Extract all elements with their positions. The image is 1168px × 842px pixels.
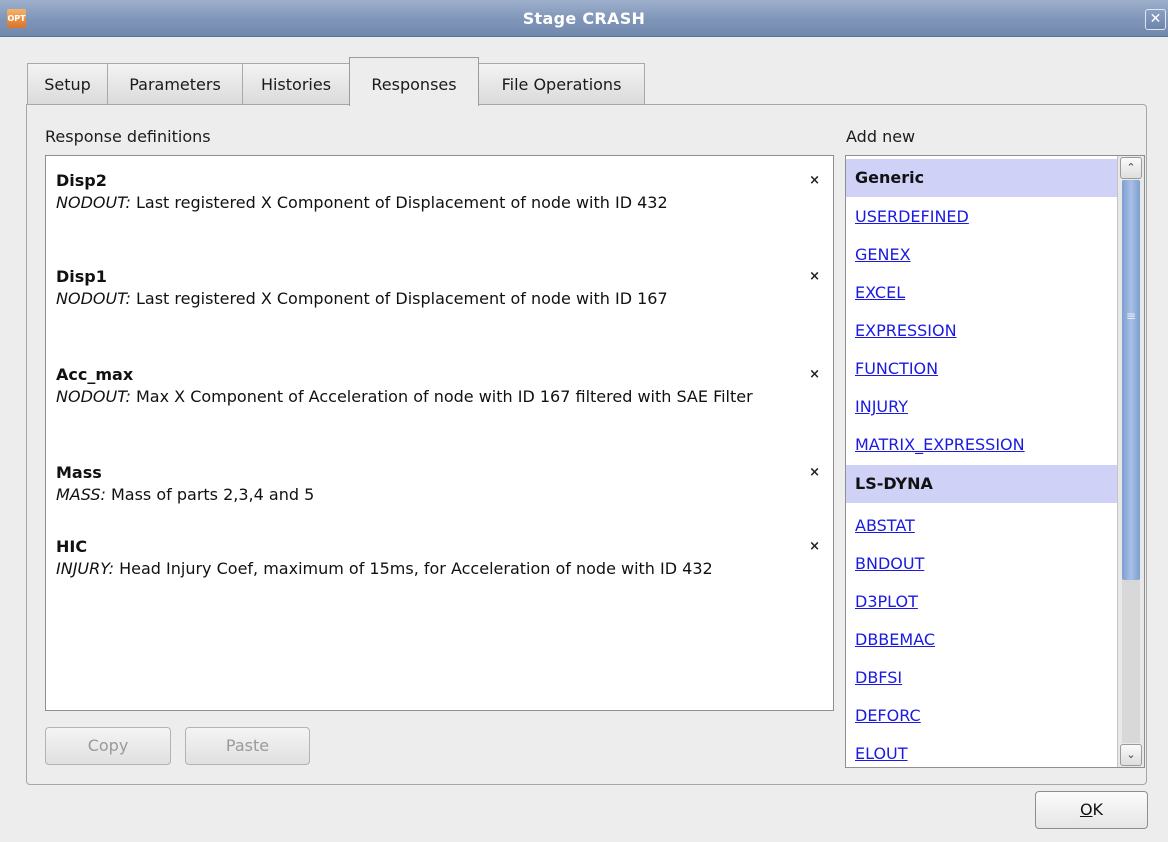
response-item[interactable]: Mass × MASS: Mass of parts 2,3,4 and 5	[56, 462, 826, 506]
response-source: NODOUT:	[56, 387, 131, 406]
add-new-link[interactable]: D3PLOT	[846, 583, 1118, 621]
response-source: NODOUT:	[56, 289, 131, 308]
response-name: Disp1	[56, 267, 107, 286]
add-new-link[interactable]: MATRIX_EXPRESSION	[846, 426, 1118, 464]
response-item[interactable]: HIC × INJURY: Head Injury Coef, maximum …	[56, 536, 826, 580]
tab-histories[interactable]: Histories	[242, 63, 350, 105]
response-name: Disp2	[56, 171, 107, 190]
scroll-up-icon[interactable]: ⌃	[1120, 157, 1142, 179]
response-item[interactable]: Acc_max × NODOUT: Max X Component of Acc…	[56, 364, 826, 408]
add-new-category-header: Generic	[846, 159, 1118, 197]
response-description: MASS: Mass of parts 2,3,4 and 5	[56, 484, 756, 506]
response-name: Acc_max	[56, 365, 134, 384]
response-source: MASS:	[56, 485, 106, 504]
paste-button[interactable]: Paste	[185, 727, 310, 765]
add-new-link[interactable]: EXPRESSION	[846, 312, 1118, 350]
add-new-link[interactable]: USERDEFINED	[846, 198, 1118, 236]
title-bar: OPT Stage CRASH ✕	[0, 0, 1168, 37]
copy-button[interactable]: Copy	[45, 727, 171, 765]
delete-icon[interactable]: ×	[809, 462, 820, 484]
response-definitions-list[interactable]: Disp2 × NODOUT: Last registered X Compon…	[45, 155, 834, 711]
add-new-link[interactable]: FUNCTION	[846, 350, 1118, 388]
response-source: INJURY:	[56, 559, 115, 578]
response-description: INJURY: Head Injury Coef, maximum of 15m…	[56, 558, 756, 580]
tab-parameters[interactable]: Parameters	[107, 63, 243, 105]
response-text: Last registered X Component of Displacem…	[135, 193, 668, 212]
add-new-link[interactable]: DBBEMAC	[846, 621, 1118, 659]
response-description: NODOUT: Last registered X Component of D…	[56, 192, 756, 214]
add-new-link[interactable]: DEFORC	[846, 697, 1118, 735]
add-new-link[interactable]: INJURY	[846, 388, 1118, 426]
close-icon[interactable]: ✕	[1145, 9, 1166, 30]
delete-icon[interactable]: ×	[809, 536, 820, 558]
response-name: HIC	[56, 537, 88, 556]
tab-setup[interactable]: Setup	[27, 63, 108, 105]
delete-icon[interactable]: ×	[809, 170, 820, 192]
scrollbar-thumb[interactable]: ≡	[1122, 180, 1140, 580]
response-name: Mass	[56, 463, 102, 482]
ok-mnemonic: O	[1079, 800, 1093, 819]
response-text: Mass of parts 2,3,4 and 5	[110, 485, 315, 504]
response-source: NODOUT:	[56, 193, 131, 212]
delete-icon[interactable]: ×	[809, 364, 820, 386]
add-new-link[interactable]: ELOUT	[846, 735, 1118, 767]
vertical-scrollbar[interactable]: ⌃ ≡ ⌄	[1117, 156, 1144, 767]
window-title: Stage CRASH	[522, 9, 646, 28]
response-item[interactable]: Disp1 × NODOUT: Last registered X Compon…	[56, 266, 826, 310]
tab-file-operations[interactable]: File Operations	[478, 63, 645, 105]
add-new-link[interactable]: GENEX	[846, 236, 1118, 274]
ok-label: K	[1092, 800, 1104, 819]
response-text: Last registered X Component of Displacem…	[135, 289, 668, 308]
grip-icon: ≡	[1125, 309, 1137, 323]
add-new-list[interactable]: Generic USERDEFINED GENEX EXCEL EXPRESSI…	[845, 155, 1145, 768]
add-new-category-header: LS-DYNA	[846, 465, 1118, 503]
response-text: Head Injury Coef, maximum of 15ms, for A…	[119, 559, 713, 578]
add-new-link[interactable]: BNDOUT	[846, 545, 1118, 583]
response-text: Max X Component of Acceleration of node …	[135, 387, 753, 406]
tab-responses[interactable]: Responses	[349, 57, 479, 106]
response-description: NODOUT: Max X Component of Acceleration …	[56, 386, 756, 408]
add-new-label: Add new	[846, 127, 916, 146]
scroll-down-icon[interactable]: ⌄	[1120, 744, 1142, 766]
add-new-link[interactable]: DBFSI	[846, 659, 1118, 697]
delete-icon[interactable]: ×	[809, 266, 820, 288]
add-new-link[interactable]: ABSTAT	[846, 507, 1118, 545]
response-definitions-label: Response definitions	[45, 127, 211, 146]
ok-button[interactable]: OK	[1035, 791, 1148, 829]
response-description: NODOUT: Last registered X Component of D…	[56, 288, 756, 310]
add-new-link[interactable]: EXCEL	[846, 274, 1118, 312]
response-item[interactable]: Disp2 × NODOUT: Last registered X Compon…	[56, 170, 826, 214]
